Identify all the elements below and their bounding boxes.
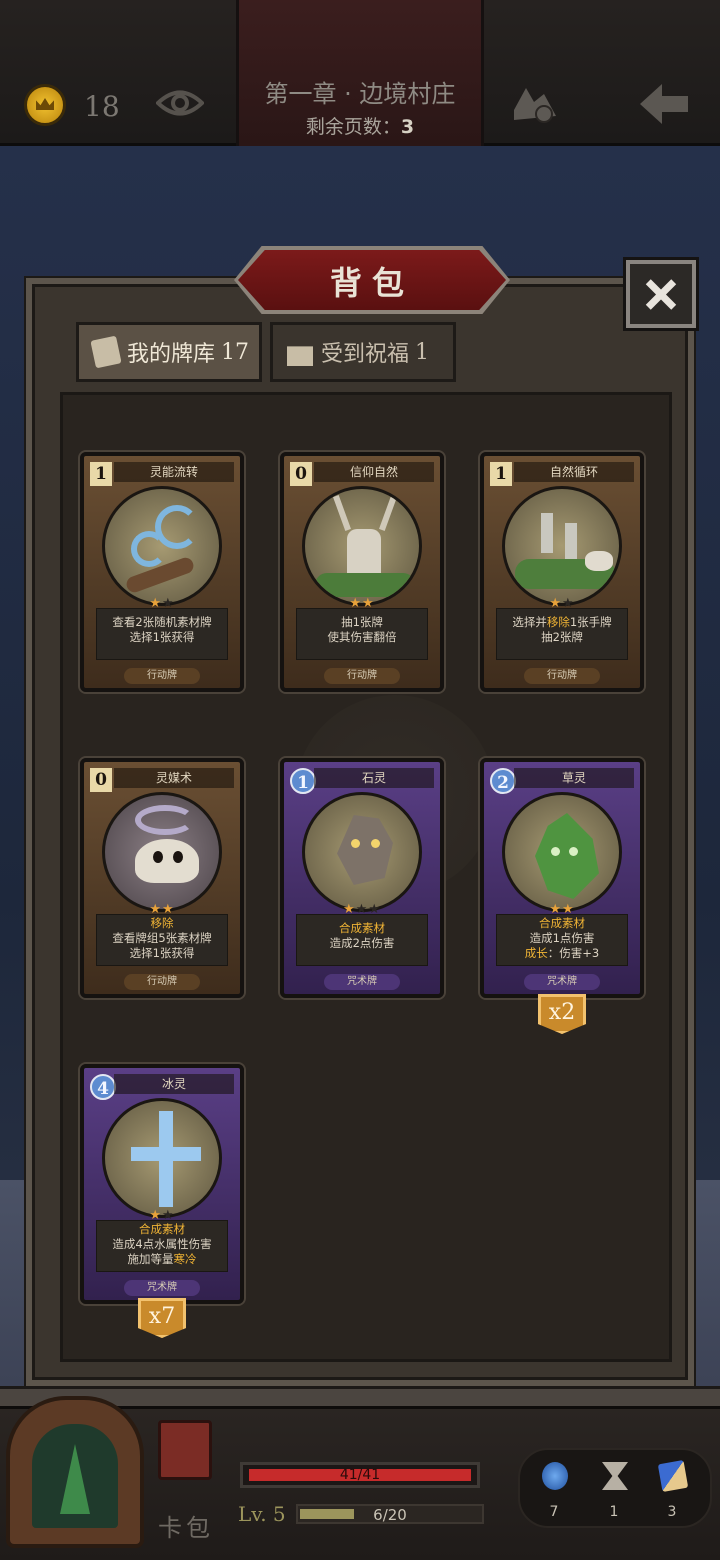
card-name: 冰灵 (114, 1074, 234, 1094)
card-art (502, 486, 622, 606)
hourglass-icon (602, 1462, 628, 1490)
book-icon (158, 1420, 212, 1480)
card-name: 信仰自然 (314, 462, 434, 482)
level-text: Lv. 5 (238, 1502, 286, 1526)
card-cost: 4 (90, 1074, 116, 1100)
chapter-title: 第一章 · 边境村庄 (264, 80, 456, 108)
card-description: 选择并移除1张手牌 抽2张牌 (496, 608, 628, 660)
card-shi-ling[interactable]: 1 石灵 ★★★ 合成素材 造成2点伤害 咒术牌 (280, 758, 444, 998)
card-description: 抽1张牌 使其伤害翻倍 (296, 608, 428, 660)
card-type: 行动牌 (124, 974, 200, 990)
card-cost: 0 (290, 462, 312, 486)
potion-icon (542, 1462, 568, 1490)
card-cao-ling[interactable]: 2 草灵 ★★ 合成素材 造成1点伤害 成长：伤害+3 咒术牌 (480, 758, 644, 998)
panel-title: 背包 (329, 264, 414, 302)
character-avatar (32, 1424, 118, 1528)
back-arrow-icon[interactable] (636, 80, 692, 128)
card-art (302, 792, 422, 912)
card-name: 灵能流转 (114, 462, 234, 482)
tab-blessings[interactable]: 受到祝福 1 (270, 322, 456, 382)
gift-icon (287, 346, 313, 366)
card-type: 行动牌 (324, 668, 400, 684)
card-cost: 1 (290, 768, 316, 794)
card-cost: 1 (490, 462, 512, 486)
card-name: 灵媒术 (114, 768, 234, 788)
card-xinyang-ziran[interactable]: 0 信仰自然 ★★ 抽1张牌 使其伤害翻倍 行动牌 (280, 452, 444, 692)
xp-text: 6/20 (373, 1506, 407, 1524)
card-lingneng-liuzhuan[interactable]: 1 灵能流转 ★★ 查看2张随机素材牌 选择1张获得 行动牌 (80, 452, 244, 692)
card-pack-button[interactable]: 卡包 (148, 1416, 228, 1542)
card-icon (90, 335, 122, 369)
resource-count: 3 (667, 1504, 677, 1520)
card-description: 合成素材 造成1点伤害 成长：伤害+3 (496, 914, 628, 966)
card-ziran-xunhuan[interactable]: 1 自然循环 ★★ 选择并移除1张手牌 抽2张牌 行动牌 (480, 452, 644, 692)
eye-icon[interactable] (156, 86, 204, 120)
card-art (102, 792, 222, 912)
card-description: 移除 查看牌组5张素材牌 选择1张获得 (96, 914, 228, 966)
card-name: 自然循环 (514, 462, 634, 482)
tab-count: 1 (415, 339, 430, 365)
card-name: 石灵 (314, 768, 434, 788)
tab-count: 17 (221, 339, 250, 365)
card-art (302, 486, 422, 606)
card-art (502, 792, 622, 912)
card-name: 草灵 (514, 768, 634, 788)
resource-count: 7 (549, 1504, 559, 1520)
pages-remaining: 剩余页数：3 (305, 116, 415, 138)
tab-label: 受到祝福 (321, 342, 410, 367)
card-description: 查看2张随机素材牌 选择1张获得 (96, 608, 228, 660)
tab-label: 我的牌库 (127, 342, 216, 367)
pack-label: 卡包 (158, 1514, 214, 1542)
card-type: 咒术牌 (124, 1280, 200, 1296)
chapter-banner: 第一章 · 边境村庄 剩余页数：3 (236, 0, 484, 146)
card-type: 行动牌 (124, 668, 200, 684)
resource-panel: 7 1 3 (518, 1448, 712, 1528)
resource-count: 1 (609, 1504, 619, 1520)
card-cost: 2 (490, 768, 516, 794)
tab-my-deck[interactable]: 我的牌库 17 (76, 322, 262, 382)
card-cost: 0 (90, 768, 112, 792)
card-bing-ling[interactable]: 4 冰灵 ★★ 合成素材 造成4点水属性伤害 施加等量寒冷 咒术牌 (80, 1064, 244, 1304)
card-type: 咒术牌 (324, 974, 400, 990)
card-art (102, 486, 222, 606)
hp-bar: 41/41 (240, 1462, 480, 1488)
resource-hourglass[interactable]: 1 (586, 1450, 642, 1530)
card-lingmei-shu[interactable]: 0 灵媒术 ★★ 移除 查看牌组5张素材牌 选择1张获得 行动牌 (80, 758, 244, 998)
resource-cards[interactable]: 3 (644, 1450, 700, 1530)
cards-icon (657, 1459, 689, 1493)
coin-count: 18 (84, 90, 120, 123)
xp-bar: 6/20 (296, 1504, 484, 1524)
close-button[interactable] (626, 260, 696, 328)
hp-text: 41/41 (339, 1467, 381, 1483)
resource-potion[interactable]: 7 (526, 1450, 582, 1530)
card-type: 行动牌 (524, 668, 600, 684)
character-portrait[interactable] (6, 1396, 144, 1548)
coin-icon (24, 84, 66, 126)
bag-icon[interactable] (510, 80, 560, 126)
card-description: 合成素材 造成4点水属性伤害 施加等量寒冷 (96, 1220, 228, 1272)
card-type: 咒术牌 (524, 974, 600, 990)
card-description: 合成素材 造成2点伤害 (296, 914, 428, 966)
top-bar: 18 第一章 · 边境村庄 剩余页数：3 (0, 0, 720, 146)
card-cost: 1 (90, 462, 112, 486)
card-art (102, 1098, 222, 1218)
